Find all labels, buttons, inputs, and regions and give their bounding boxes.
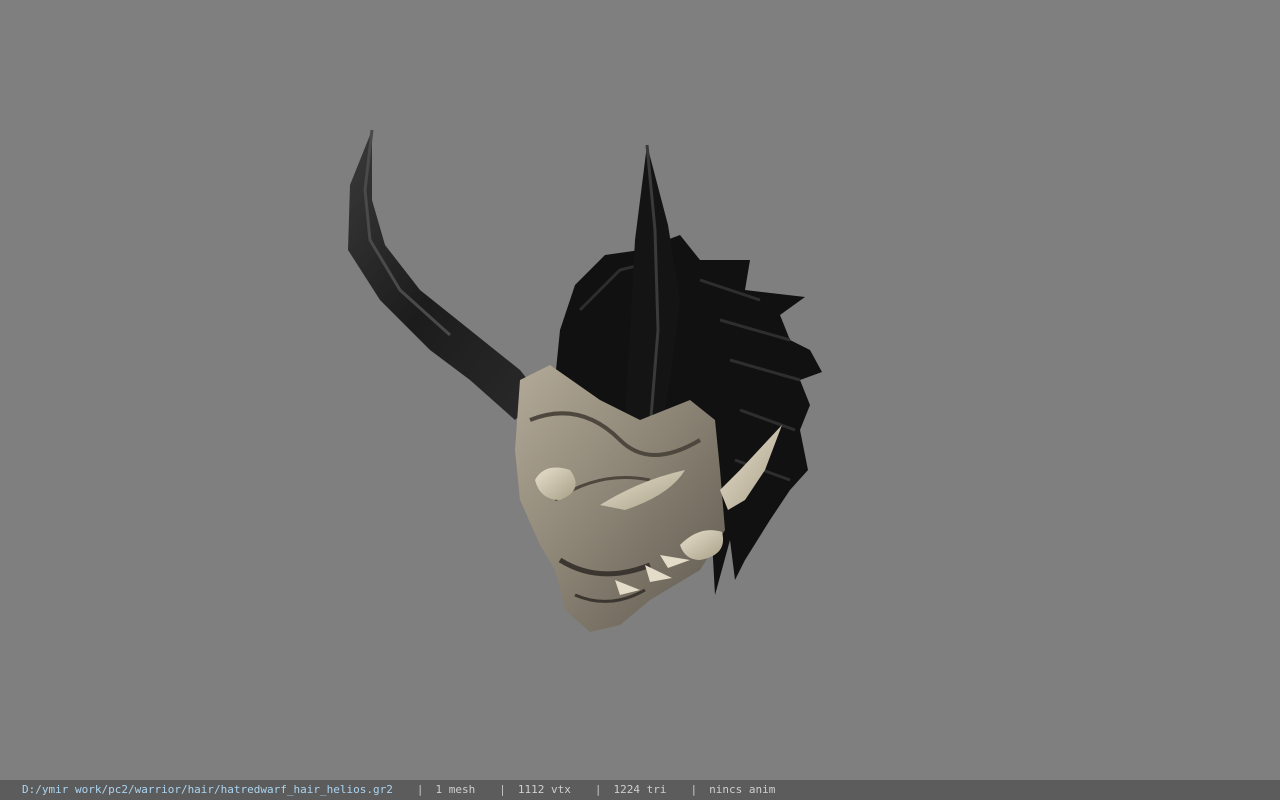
animation-status: nincs anim bbox=[709, 783, 776, 796]
separator: | bbox=[594, 783, 602, 796]
mesh-count: 1 mesh bbox=[435, 783, 476, 796]
vertex-count: 1112 vtx bbox=[517, 783, 571, 796]
triangle-count: 1224 tri bbox=[613, 783, 667, 796]
model-render bbox=[348, 129, 822, 632]
status-bar: D:/ymir work/pc2/warrior/hair/hatredwarf… bbox=[0, 780, 1280, 800]
separator: | bbox=[416, 783, 424, 796]
separator: | bbox=[499, 783, 506, 796]
file-path: D:/ymir work/pc2/warrior/hair/hatredwarf… bbox=[22, 783, 393, 796]
3d-viewport[interactable] bbox=[0, 0, 1280, 780]
separator: | bbox=[690, 783, 698, 796]
left-horn bbox=[348, 129, 540, 420]
